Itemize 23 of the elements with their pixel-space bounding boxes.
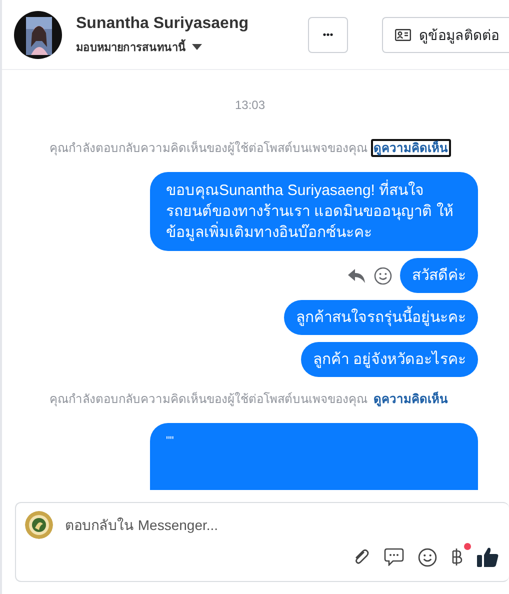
emoji-icon[interactable] bbox=[374, 266, 392, 284]
timestamp: 13:03 bbox=[234, 98, 266, 112]
view-comment-link[interactable]: ดูความคิดเห็น bbox=[370, 390, 451, 408]
contact-card-icon bbox=[395, 29, 411, 41]
message-bubble: สวัสดีค่ะ bbox=[400, 258, 478, 293]
thumbs-up-icon[interactable] bbox=[477, 547, 499, 567]
caret-icon[interactable] bbox=[192, 44, 202, 50]
reply-icon[interactable] bbox=[348, 268, 366, 284]
message-bubble: "" bbox=[150, 423, 478, 490]
baht-icon[interactable] bbox=[451, 547, 463, 567]
more-button[interactable]: ••• bbox=[308, 17, 348, 53]
view-comment-link[interactable]: ดูความคิดเห็น bbox=[370, 139, 451, 157]
reply-notice: คุณกำลังตอบกลับความคิดเห็นของผู้ใช้ต่อโพสต์บนเพจของคุณ ดูความคิดเห็น bbox=[22, 138, 478, 157]
emoji-icon[interactable] bbox=[418, 548, 437, 566]
reply-input[interactable]: ตอบกลับใน Messenger... bbox=[65, 517, 509, 533]
message-bubble: ขอบคุณSunantha Suriyasaeng! ที่สนใจรถยนต์ของทางร้านเรา แอดมินขออนุญาติ ให้ข้อมูลเพิ่มเติมทางอินบ๊อกซ์นะคะ bbox=[150, 172, 478, 251]
contact-name: Sunantha Suriyasaeng bbox=[76, 14, 250, 32]
message-bubble: ลูกค้าสนใจรถรุ่นนี้อยู่นะคะ bbox=[284, 300, 478, 335]
contact-info-button[interactable]: ดูข้อมูลติดต่อ bbox=[382, 17, 509, 53]
message-bubble: ลูกค้า อยู่จังหวัดอะไรคะ bbox=[300, 342, 478, 377]
chat-bubble-icon[interactable] bbox=[384, 548, 404, 566]
assign-conversation-label[interactable]: มอบหมายการสนทนานี้ bbox=[76, 38, 186, 56]
reply-notice: คุณกำลังตอบกลับความคิดเห็นของผู้ใช้ต่อโพสต์บนเพจของคุณ ดูความคิดเห็น bbox=[22, 389, 478, 408]
